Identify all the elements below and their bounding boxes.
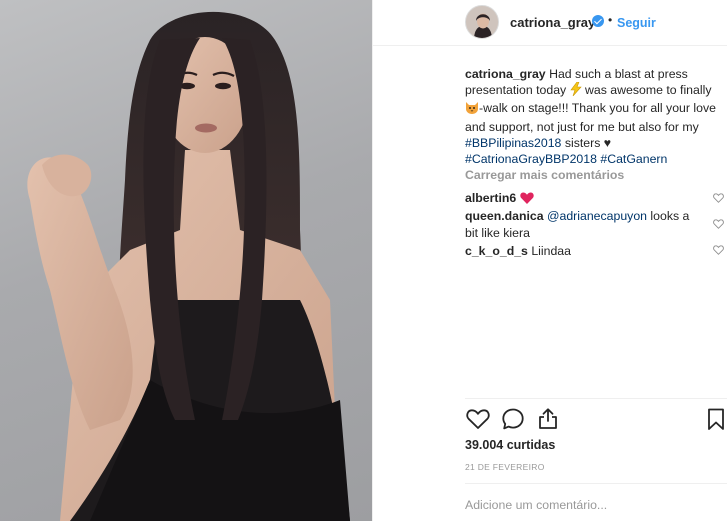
follow-button[interactable]: Seguir	[617, 16, 656, 30]
post-details-panel: catriona_gray • Seguir catriona_gray Had…	[373, 0, 727, 521]
caption-text-4: sisters	[561, 135, 604, 150]
comment-item: albertin6	[465, 190, 697, 209]
avatar[interactable]	[465, 5, 499, 39]
post-header: catriona_gray • Seguir	[373, 0, 727, 46]
separator-dot: •	[608, 13, 613, 27]
hashtag-link[interactable]: #CatGanern	[600, 152, 667, 166]
caption-username[interactable]: catriona_gray	[465, 67, 546, 81]
hashtag-link[interactable]: #CatrionaGrayBBP2018	[465, 152, 597, 166]
verified-icon	[592, 15, 604, 27]
save-icon[interactable]	[703, 406, 727, 432]
mention-link[interactable]: @adrianecapuyon	[547, 209, 647, 223]
load-more-comments-button[interactable]: Carregar mais comentários	[465, 168, 624, 182]
heart-outline-icon[interactable]	[713, 219, 724, 229]
comment-text: Liindaa	[527, 244, 571, 258]
post-actions	[465, 406, 727, 434]
post-caption: catriona_gray Had such a blast at press …	[465, 66, 723, 167]
red-heart-emoji-icon	[520, 192, 534, 209]
cat-emoji-icon	[465, 101, 479, 118]
lightning-emoji-icon	[570, 81, 582, 100]
comment-item: queen.danica @adrianecapuyon looks a bit…	[465, 208, 697, 241]
comment-item: c_k_o_d_s Liindaa	[465, 243, 697, 260]
post-date[interactable]: 21 DE FEVEREIRO	[465, 462, 545, 472]
header-username[interactable]: catriona_gray	[510, 15, 595, 30]
caption-heart: ♥	[603, 135, 612, 150]
comment-box-divider	[465, 483, 727, 484]
comment-username[interactable]: albertin6	[465, 191, 516, 205]
comment-username[interactable]: queen.danica	[465, 209, 544, 223]
likes-count[interactable]: 39.004 curtidas	[465, 438, 555, 452]
comment-icon[interactable]	[500, 406, 526, 432]
actions-divider	[465, 398, 727, 399]
heart-outline-icon[interactable]	[713, 245, 724, 255]
hashtag-link[interactable]: #BBPilipinas2018	[465, 136, 561, 150]
comment-username[interactable]: c_k_o_d_s	[465, 244, 528, 258]
heart-outline-icon[interactable]	[713, 193, 724, 203]
caption-text-2: was awesome to finally	[581, 83, 712, 98]
share-icon[interactable]	[535, 406, 561, 432]
post-photo[interactable]	[0, 0, 372, 521]
like-icon[interactable]	[465, 406, 491, 432]
caption-text-3: -walk on stage!!! Thank you for all your…	[465, 101, 716, 134]
add-comment-input[interactable]	[465, 496, 727, 514]
